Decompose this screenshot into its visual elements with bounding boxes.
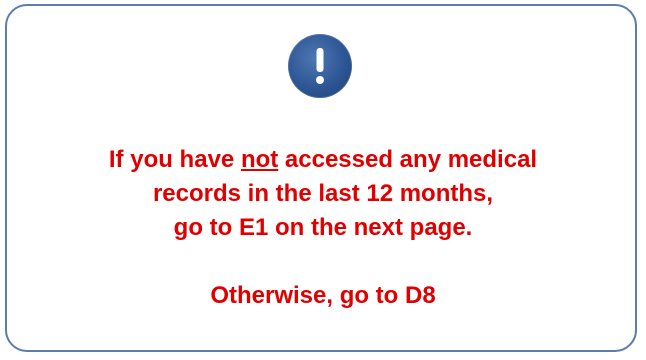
message-line-1: If you have not accessed any medical <box>0 143 646 177</box>
message-line-1-start: If you have <box>108 146 241 173</box>
exclamation-icon <box>288 34 352 98</box>
exclamation-glyph <box>316 48 324 84</box>
message-line-1-end: accessed any medical <box>278 146 538 173</box>
message-line-2: records in the last 12 months, <box>152 180 494 207</box>
message-emphasis-not: not <box>240 146 279 173</box>
message-otherwise: Otherwise, go to D8 <box>210 282 436 309</box>
message-line-3: go to E1 on the next page. <box>173 214 473 241</box>
